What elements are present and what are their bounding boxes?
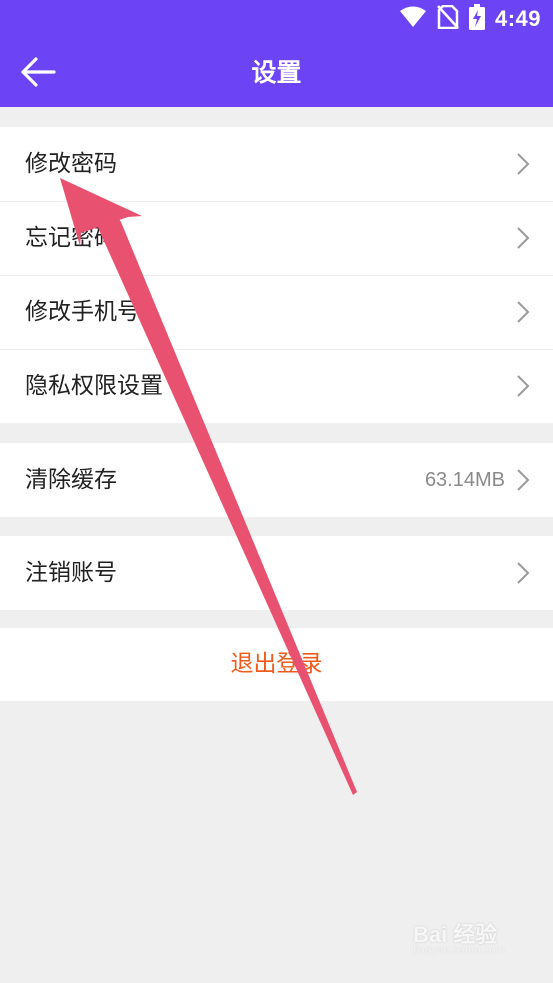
- app-bar: 设置: [0, 38, 553, 107]
- setting-label: 清除缓存: [25, 467, 117, 493]
- baidu-watermark: Bai 经验 jingyan.baidu.com: [413, 917, 523, 965]
- chevron-right-icon: [515, 152, 531, 176]
- chevron-right-icon: [515, 300, 531, 324]
- chevron-right-icon: [515, 226, 531, 250]
- setting-row-forgot-password[interactable]: 忘记密码: [0, 201, 553, 275]
- settings-group-account: 修改密码 忘记密码 修改手机号 隐私权限设置: [0, 127, 553, 423]
- battery-charging-icon: [468, 4, 485, 34]
- page-title: 设置: [251, 58, 302, 87]
- setting-row-privacy-permissions[interactable]: 隐私权限设置: [0, 349, 553, 423]
- back-button[interactable]: [16, 52, 60, 92]
- setting-row-change-phone[interactable]: 修改手机号: [0, 275, 553, 349]
- chevron-right-icon: [515, 374, 531, 398]
- watermark-url: jingyan.baidu.com: [413, 945, 506, 956]
- no-sim-icon: [437, 4, 459, 33]
- back-arrow-icon: [16, 57, 60, 96]
- setting-label: 注销账号: [25, 560, 117, 586]
- chevron-right-icon: [515, 561, 531, 585]
- chevron-right-icon: [515, 468, 531, 492]
- settings-group-deactivate: 注销账号: [0, 536, 553, 610]
- setting-label: 隐私权限设置: [25, 373, 163, 399]
- cache-size-value: 63.14MB: [424, 469, 505, 491]
- settings-group-cache: 清除缓存 63.14MB: [0, 443, 553, 517]
- status-icons: 4:49: [399, 4, 541, 34]
- setting-label: 修改密码: [25, 151, 117, 177]
- status-bar: 4:49: [0, 0, 553, 38]
- setting-label: 忘记密码: [25, 225, 117, 251]
- setting-row-deactivate-account[interactable]: 注销账号: [0, 536, 553, 610]
- setting-row-clear-cache[interactable]: 清除缓存 63.14MB: [0, 443, 553, 517]
- wifi-icon: [399, 6, 427, 32]
- logout-button[interactable]: 退出登录: [0, 628, 553, 701]
- setting-label: 修改手机号: [25, 299, 140, 325]
- setting-row-change-password[interactable]: 修改密码: [0, 127, 553, 201]
- status-time: 4:49: [494, 6, 541, 31]
